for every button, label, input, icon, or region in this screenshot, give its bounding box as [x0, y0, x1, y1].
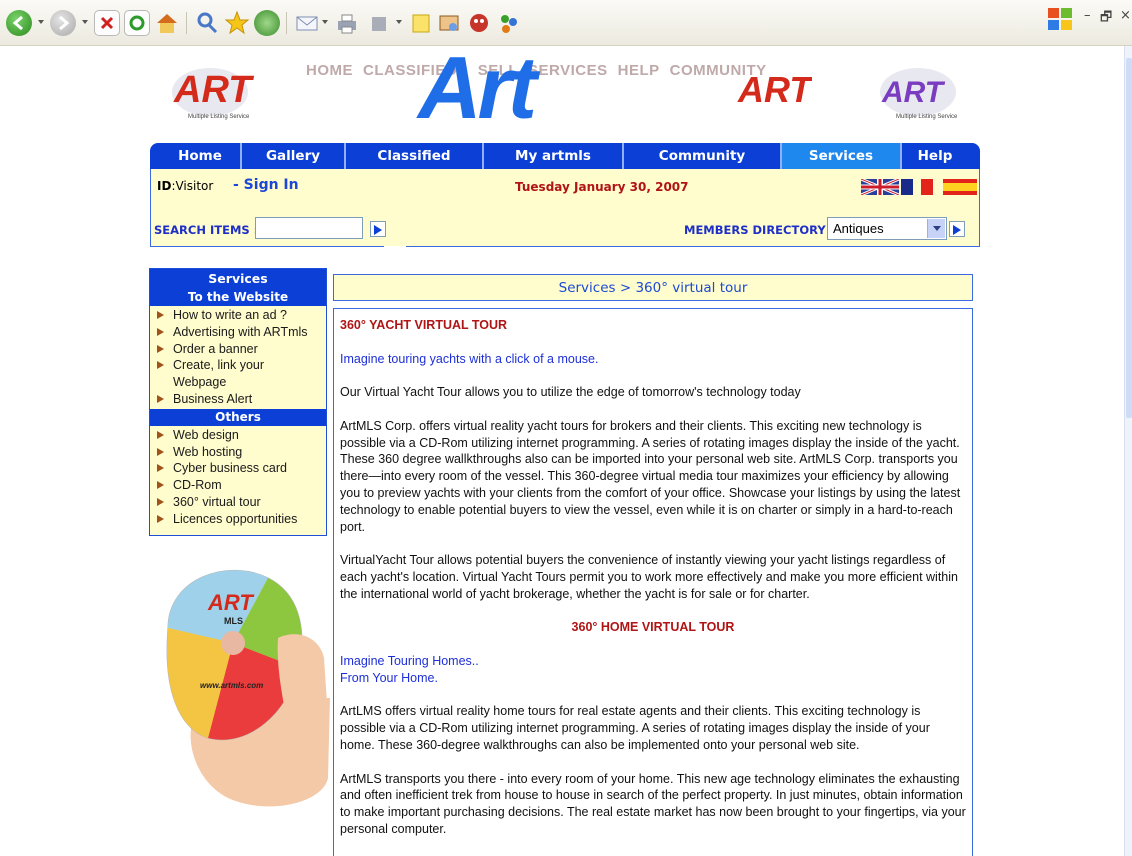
nav-classified[interactable]: Classified: [346, 143, 484, 169]
strip-services[interactable]: SERVICES: [528, 62, 608, 79]
members-directory-select[interactable]: Antiques: [827, 217, 947, 240]
windows-logo-icon: [1046, 6, 1074, 32]
notes-icon[interactable]: [408, 10, 434, 36]
art-logo-left[interactable]: ART Multiple Listing Service: [164, 54, 256, 124]
sidebar-item-cyber-card[interactable]: Cyber business card: [153, 460, 326, 477]
home-tagline-2: From Your Home.: [340, 670, 438, 685]
art-logo-center: ART: [732, 54, 814, 124]
chevron-down-icon[interactable]: [927, 219, 945, 238]
big-art-logo: Art: [418, 38, 537, 137]
info-bar: ID:Visitor - Sign In Tuesday January 30,…: [150, 169, 980, 247]
id-prefix: ID: [157, 179, 172, 193]
close-button[interactable]: ×: [1120, 8, 1131, 23]
members-go-button[interactable]: [949, 221, 965, 237]
browser-window: – 🗗 × ART Multiple Listing Service HOME C…: [0, 0, 1132, 856]
main-nav: Home Gallery Classified My artmls Commun…: [150, 143, 980, 169]
forward-dropdown-icon[interactable]: [82, 20, 88, 24]
print-icon[interactable]: [334, 10, 360, 36]
forward-icon[interactable]: [50, 10, 76, 36]
home-paragraph-2: ArtMLS transports you there - into every…: [340, 771, 966, 836]
yacht-tour-title: 360° YACHT VIRTUAL TOUR: [340, 318, 508, 332]
research-icon[interactable]: [436, 10, 462, 36]
search-go-button[interactable]: [370, 221, 386, 237]
sidebar-item-cd-rom[interactable]: CD-Rom: [153, 477, 326, 494]
nav-my-artmls[interactable]: My artmls: [484, 143, 624, 169]
content-body: 360° YACHT VIRTUAL TOUR Imagine touring …: [333, 308, 973, 856]
id-value: :Visitor: [171, 179, 214, 193]
sidebar-item-web-hosting[interactable]: Web hosting: [153, 444, 326, 461]
english-flag-icon[interactable]: [861, 179, 899, 195]
nav-community[interactable]: Community: [624, 143, 782, 169]
search-input[interactable]: [255, 217, 363, 239]
nav-help[interactable]: Help: [902, 143, 968, 169]
visitor-id: ID:Visitor: [157, 179, 213, 193]
yacht-paragraph-1: Our Virtual Yacht Tour allows you to uti…: [340, 385, 801, 400]
strip-help[interactable]: HELP: [618, 62, 660, 79]
sidebar-item-virtual-tour[interactable]: 360° virtual tour: [153, 494, 326, 511]
sidebar-section-website: To the Website: [150, 289, 326, 306]
yacht-tagline: Imagine touring yachts with a click of a…: [340, 351, 599, 366]
nav-home[interactable]: Home: [160, 143, 242, 169]
home-tour-title: 360° HOME VIRTUAL TOUR: [571, 620, 735, 635]
sidebar-item-advertising[interactable]: Advertising with ARTmls: [153, 324, 326, 341]
logo-subtext-right: Multiple Listing Service: [896, 114, 958, 120]
sidebar-item-order-banner[interactable]: Order a banner: [153, 341, 326, 358]
sidebar-item-web-design[interactable]: Web design: [153, 427, 326, 444]
vertical-scrollbar[interactable]: [1124, 46, 1132, 856]
back-dropdown-icon[interactable]: [38, 20, 44, 24]
breadcrumb: Services > 360° virtual tour: [558, 280, 748, 296]
logo-text-center: ART: [737, 69, 812, 110]
content-header: Services > 360° virtual tour: [333, 274, 973, 301]
members-selected-value: Antiques: [833, 221, 884, 236]
services-sidebar: Services To the Website How to write an …: [149, 268, 327, 536]
restore-button[interactable]: 🗗: [1100, 8, 1112, 30]
sidebar-section-others: Others: [150, 408, 326, 426]
yacht-paragraph-3: VirtualYacht Tour allows potential buyer…: [340, 553, 958, 601]
mail-icon[interactable]: [294, 10, 320, 36]
search-items-label: SEARCH ITEMS :: [154, 223, 259, 237]
browser-toolbar: – 🗗 ×: [0, 0, 1132, 46]
logo-text: ART: [173, 69, 254, 111]
edit-dropdown-icon[interactable]: [396, 20, 402, 24]
hand-cd-card-image: ART MLS www.artmls.com: [166, 569, 330, 807]
stop-icon[interactable]: [94, 10, 120, 36]
scroll-thumb[interactable]: [1126, 58, 1132, 418]
sidebar-item-create-webpage[interactable]: Create, link your Webpage: [153, 357, 273, 391]
card-url: www.artmls.com: [200, 681, 263, 690]
search-icon[interactable]: [194, 10, 220, 36]
home-icon[interactable]: [154, 10, 180, 36]
sidebar-others-list: Web design Web hosting Cyber business ca…: [150, 426, 326, 529]
card-logo: ART: [207, 590, 254, 615]
refresh-icon[interactable]: [124, 10, 150, 36]
sign-in-link[interactable]: - Sign In: [233, 177, 299, 193]
yacht-paragraph-2: ArtMLS Corp. offers virtual reality yach…: [340, 418, 961, 534]
sidebar-item-business-alert[interactable]: Business Alert: [153, 391, 326, 408]
strip-home[interactable]: HOME: [306, 62, 353, 79]
messenger-icon[interactable]: [466, 10, 492, 36]
mail-dropdown-icon[interactable]: [322, 20, 328, 24]
italian-flag-icon[interactable]: [921, 179, 933, 195]
spanish-flag-icon[interactable]: [943, 179, 977, 195]
logo-subtext: Multiple Listing Service: [188, 114, 250, 120]
sidebar-item-licences[interactable]: Licences opportunities: [153, 511, 326, 528]
favorites-star-icon[interactable]: [224, 10, 250, 36]
french-flag-icon[interactable]: [901, 179, 913, 195]
users-icon[interactable]: [496, 10, 522, 36]
nav-services[interactable]: Services: [782, 143, 902, 169]
home-tagline-1: Imagine Touring Homes..: [340, 653, 479, 668]
history-icon[interactable]: [254, 10, 280, 36]
logo-text-right: ART: [881, 76, 946, 109]
members-directory-label: MEMBERS DIRECTORY :: [684, 223, 835, 237]
art-logo-right[interactable]: ART Multiple Listing Service: [872, 54, 964, 124]
sidebar-title: Services: [150, 269, 326, 289]
current-date: Tuesday January 30, 2007: [515, 180, 689, 194]
sidebar-website-list: How to write an ad ? Advertising with AR…: [150, 306, 326, 409]
back-icon[interactable]: [6, 10, 32, 36]
sidebar-item-write-ad[interactable]: How to write an ad ?: [153, 307, 326, 324]
card-logo-sub: MLS: [224, 616, 243, 626]
edit-icon[interactable]: [366, 10, 392, 36]
nav-gallery[interactable]: Gallery: [242, 143, 346, 169]
home-paragraph-1: ArtLMS offers virtual reality home tours…: [340, 704, 930, 752]
minimize-button[interactable]: –: [1084, 8, 1091, 23]
